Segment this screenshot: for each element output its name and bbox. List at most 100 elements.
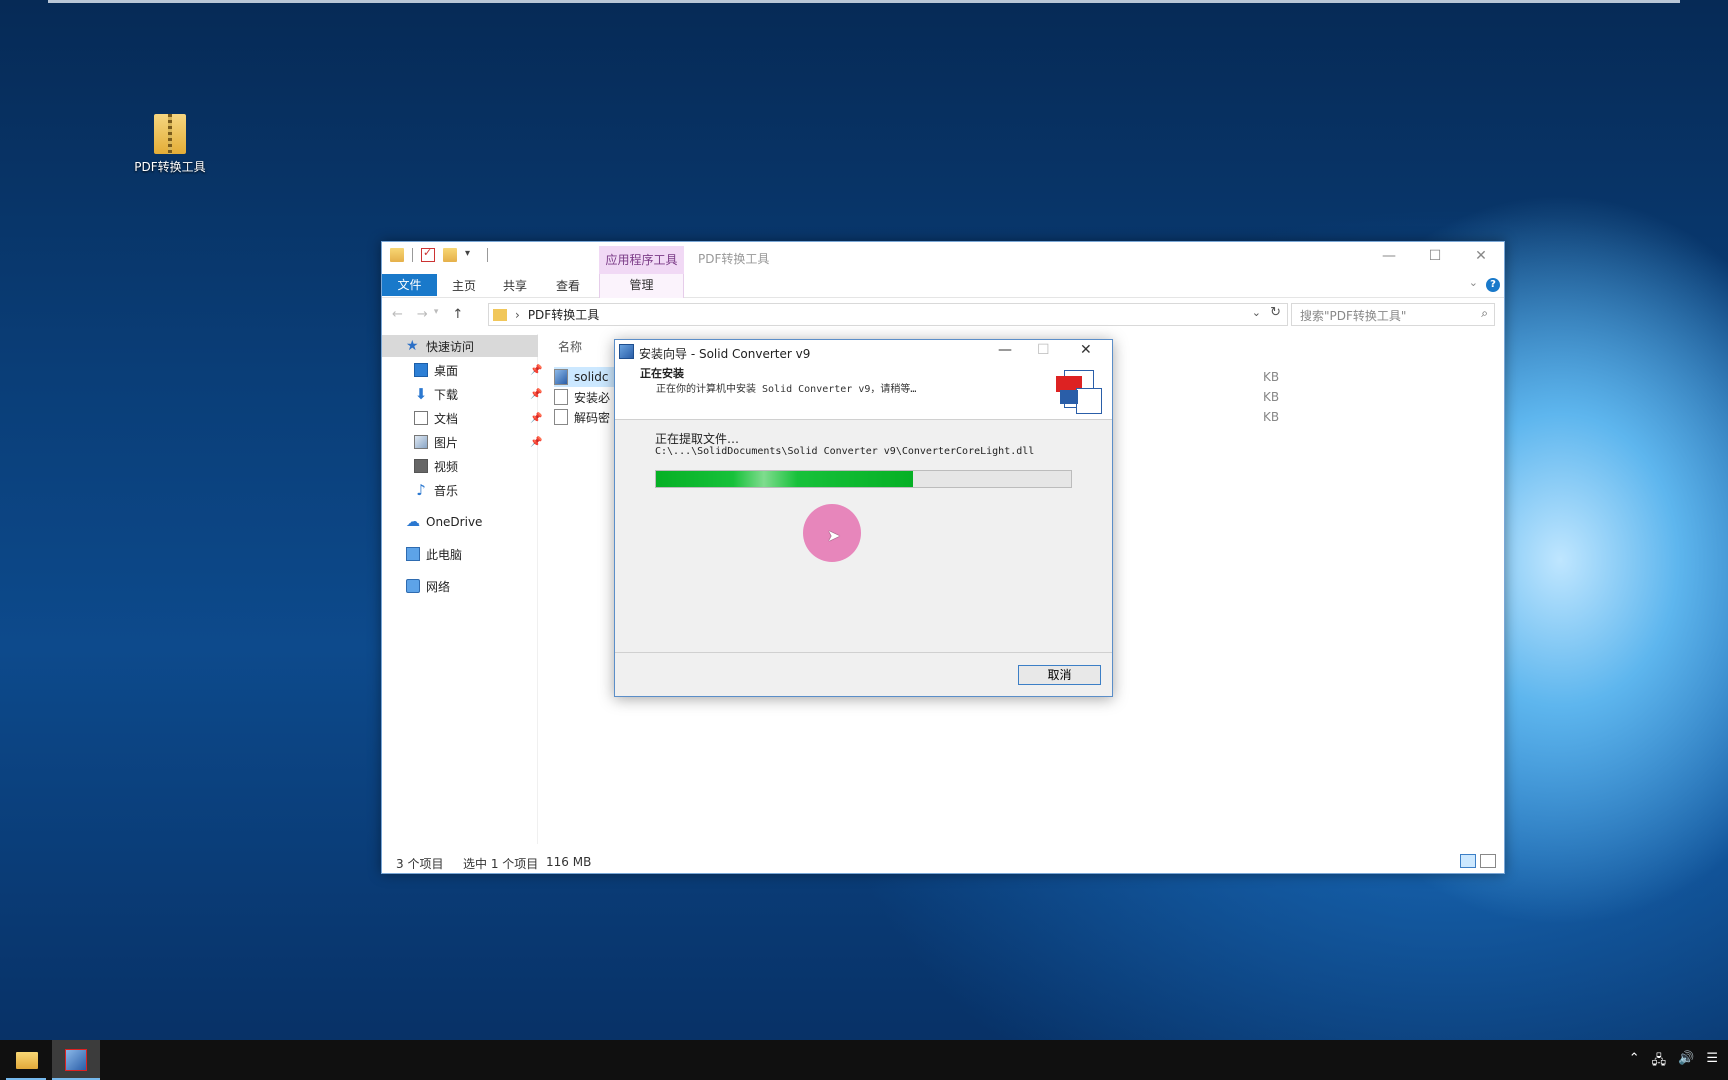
- list-item[interactable]: solidc: [554, 367, 614, 387]
- tab-manage[interactable]: 管理: [599, 274, 684, 298]
- taskbar: ⌃ 🖧 🔊 ☰: [0, 1040, 1728, 1080]
- setup-app-icon: [65, 1049, 87, 1071]
- sidebar-item-label: 此电脑: [426, 547, 463, 562]
- file-name: solidc: [574, 370, 609, 384]
- folder-icon: [390, 248, 404, 262]
- sidebar-item-desktop[interactable]: 桌面 📌: [414, 359, 542, 381]
- download-icon: ⬇: [414, 385, 428, 403]
- sidebar-item-quick-access[interactable]: ★ 快速访问: [382, 335, 538, 357]
- sidebar-item-documents[interactable]: 文档 📌: [414, 407, 542, 429]
- text-file-icon: [554, 389, 568, 405]
- sidebar-item-this-pc[interactable]: 此电脑: [406, 543, 462, 565]
- taskbar-file-explorer[interactable]: [2, 1040, 50, 1080]
- dialog-titlebar: 安装向导 - Solid Converter v9 — ☐ ✕: [615, 340, 1112, 364]
- sidebar-item-label: 图片: [434, 435, 459, 450]
- volume-icon[interactable]: 🔊: [1678, 1051, 1694, 1073]
- desktop-icon-label: PDF转换工具: [134, 160, 206, 174]
- video-icon: [414, 459, 428, 473]
- sidebar-item-pictures[interactable]: 图片 📌: [414, 431, 542, 453]
- taskbar-setup-wizard[interactable]: [52, 1040, 100, 1080]
- column-header-name[interactable]: 名称: [558, 338, 582, 355]
- top-strip: [48, 0, 1680, 3]
- sidebar-item-network[interactable]: 网络: [406, 575, 450, 597]
- cancel-button[interactable]: 取消: [1018, 665, 1101, 685]
- forward-arrow-icon[interactable]: →: [417, 307, 428, 322]
- recent-locations-icon[interactable]: ▾: [434, 307, 439, 322]
- sidebar-item-label: OneDrive: [426, 515, 483, 529]
- close-icon[interactable]: ✕: [1458, 242, 1504, 272]
- folder-icon: [16, 1052, 38, 1069]
- status-bar: 3 个项目 选中 1 个项目 116 MB: [382, 851, 1504, 873]
- sidebar-item-videos[interactable]: 视频: [414, 455, 458, 477]
- mouse-cursor-icon: ➤: [827, 526, 841, 545]
- list-item[interactable]: 解码密: [554, 407, 614, 427]
- sidebar-item-label: 快速访问: [426, 339, 475, 354]
- search-input[interactable]: 搜索"PDF转换工具" ⌕: [1291, 303, 1495, 326]
- desktop-folder-shortcut[interactable]: PDF转换工具: [128, 108, 212, 175]
- file-size: KB: [1263, 370, 1280, 384]
- progress-fill: [656, 471, 914, 487]
- properties-icon[interactable]: [421, 246, 435, 262]
- sidebar-item-label: 文档: [434, 411, 459, 426]
- install-progress-bar: [655, 470, 1072, 488]
- large-icons-view-icon[interactable]: [1480, 854, 1496, 868]
- dialog-header: 正在安装 正在你的计算机中安装 Solid Converter v9，请稍等…: [615, 364, 1112, 420]
- dialog-footer: 取消: [615, 652, 1112, 696]
- file-name: 解码密: [574, 410, 611, 425]
- address-dropdown-icon[interactable]: ⌄: [1252, 306, 1261, 319]
- minimize-icon[interactable]: —: [1366, 242, 1412, 272]
- explorer-titlebar: ▾ 应用程序工具 PDF转换工具 — ☐ ✕: [382, 242, 1504, 274]
- chevron-up-icon[interactable]: ⌃: [1629, 1051, 1640, 1073]
- sidebar-item-label: 网络: [426, 579, 451, 594]
- file-size: KB: [1263, 410, 1280, 424]
- help-icon[interactable]: ?: [1486, 278, 1500, 292]
- address-field[interactable]: › PDF转换工具 ⌄ ↻: [488, 303, 1288, 326]
- navigation-buttons: ← → ▾ ↑: [392, 307, 463, 322]
- minimize-icon[interactable]: —: [998, 342, 1012, 358]
- dialog-body: 正在提取文件… C:\...\SolidDocuments\Solid Conv…: [615, 420, 1112, 653]
- desktop-icon: [414, 363, 428, 377]
- step-description: 正在你的计算机中安装 Solid Converter v9，请稍等…: [656, 384, 917, 395]
- new-folder-icon[interactable]: [443, 248, 457, 262]
- document-icon: [414, 411, 428, 425]
- address-bar-row: ← → ▾ ↑ › PDF转换工具 ⌄ ↻ 搜索"PDF转换工具" ⌕: [382, 298, 1504, 332]
- tab-view[interactable]: 查看: [556, 277, 580, 294]
- step-heading: 正在安装: [640, 367, 684, 380]
- breadcrumb-chevron-icon[interactable]: ›: [515, 308, 520, 322]
- current-file-path: C:\...\SolidDocuments\Solid Converter v9…: [655, 446, 1035, 457]
- search-icon[interactable]: ⌕: [1481, 306, 1488, 321]
- sidebar-item-onedrive[interactable]: ☁ OneDrive: [406, 511, 482, 533]
- sidebar-item-label: 音乐: [434, 483, 459, 498]
- search-placeholder: 搜索"PDF转换工具": [1300, 309, 1407, 323]
- maximize-icon[interactable]: ☐: [1412, 242, 1458, 272]
- sidebar-item-music[interactable]: ♪ 音乐: [414, 479, 458, 501]
- toolbar-separator: [412, 248, 413, 262]
- details-view-icon[interactable]: [1460, 854, 1476, 868]
- tab-file[interactable]: 文件: [382, 274, 437, 296]
- folder-icon: [493, 308, 507, 321]
- file-name: 安装必: [574, 390, 611, 405]
- tab-home[interactable]: 主页: [452, 277, 476, 294]
- up-arrow-icon[interactable]: ↑: [452, 307, 463, 322]
- picture-icon: [414, 435, 428, 449]
- cloud-icon: ☁: [406, 514, 420, 530]
- close-icon[interactable]: ✕: [1080, 342, 1092, 358]
- selected-size: 116 MB: [546, 855, 592, 869]
- refresh-icon[interactable]: ↻: [1270, 305, 1281, 320]
- breadcrumb-current[interactable]: PDF转换工具: [528, 306, 599, 323]
- network-icon: [406, 579, 420, 593]
- extract-status: 正在提取文件…: [655, 432, 740, 446]
- navigation-pane: ★ 快速访问 桌面 📌 ⬇ 下载 📌 文档 📌 图片 📌 视频 ♪ 音乐 ☁ O…: [382, 334, 543, 844]
- sidebar-item-downloads[interactable]: ⬇ 下载 📌: [414, 383, 543, 405]
- setup-app-icon: [619, 344, 634, 359]
- tab-share[interactable]: 共享: [503, 277, 527, 294]
- item-count: 3 个项目: [396, 857, 444, 871]
- selected-count: 选中 1 个项目: [463, 857, 539, 871]
- notification-icon[interactable]: ☰: [1706, 1051, 1718, 1073]
- expand-ribbon-icon[interactable]: ⌄: [1469, 276, 1478, 289]
- back-arrow-icon[interactable]: ←: [392, 307, 403, 322]
- customize-toolbar-icon[interactable]: ▾: [465, 248, 479, 262]
- list-item[interactable]: 安装必: [554, 387, 614, 407]
- network-icon[interactable]: 🖧: [1652, 1051, 1667, 1073]
- application-tools-context-tab[interactable]: 应用程序工具: [599, 246, 684, 274]
